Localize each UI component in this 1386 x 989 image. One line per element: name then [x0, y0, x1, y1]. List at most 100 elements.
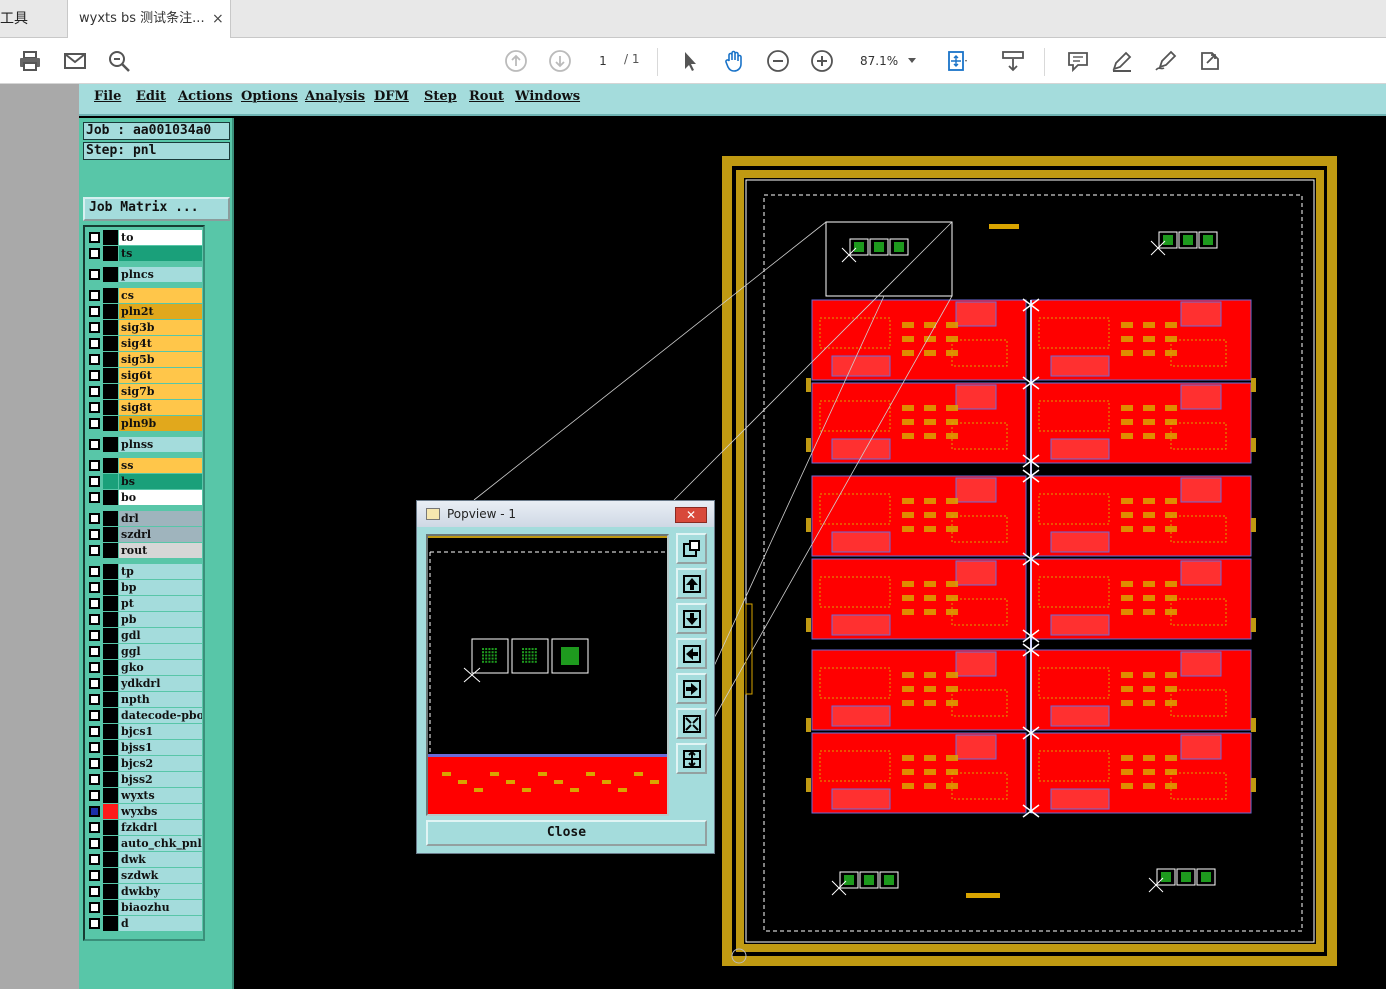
pan-right-icon[interactable]: [676, 673, 707, 704]
layer-row-pln2t[interactable]: pln2t: [86, 304, 204, 319]
layer-name[interactable]: wyxts: [119, 788, 202, 803]
prev-page-icon[interactable]: [503, 48, 529, 74]
layer-checkbox[interactable]: [89, 742, 100, 753]
layer-row-ggl[interactable]: ggl: [86, 644, 204, 659]
layer-name[interactable]: pln2t: [119, 304, 202, 319]
tab-document[interactable]: wyxts bs 测试条注...: [68, 0, 231, 39]
layer-name[interactable]: pb: [119, 612, 202, 627]
layer-affected-indicator[interactable]: [103, 320, 118, 335]
layer-row-dwk[interactable]: dwk: [86, 852, 204, 867]
popview-close-button[interactable]: Close: [426, 820, 707, 846]
fit-page-icon[interactable]: [944, 48, 970, 74]
layer-affected-indicator[interactable]: [103, 304, 118, 319]
layer-name[interactable]: ss: [119, 458, 202, 473]
layer-name[interactable]: dwk: [119, 852, 202, 867]
layer-checkbox[interactable]: [89, 710, 100, 721]
layer-row-szdrl[interactable]: szdrl: [86, 527, 204, 542]
layer-name[interactable]: bjss1: [119, 740, 202, 755]
layer-checkbox[interactable]: [89, 614, 100, 625]
layer-checkbox[interactable]: [89, 290, 100, 301]
layer-name[interactable]: bjcs1: [119, 724, 202, 739]
layer-affected-indicator[interactable]: [103, 868, 118, 883]
layer-name[interactable]: datecode-pbo: [119, 708, 202, 723]
layer-row-ss[interactable]: ss: [86, 458, 204, 473]
layer-affected-indicator[interactable]: [103, 660, 118, 675]
layer-affected-indicator[interactable]: [103, 352, 118, 367]
layer-name[interactable]: wyxbs: [119, 804, 202, 819]
layer-affected-indicator[interactable]: [103, 246, 118, 261]
layer-row-szdwk[interactable]: szdwk: [86, 868, 204, 883]
layer-affected-indicator[interactable]: [103, 384, 118, 399]
layer-checkbox[interactable]: [89, 822, 100, 833]
layer-row-bjss1[interactable]: bjss1: [86, 740, 204, 755]
layer-checkbox[interactable]: [89, 694, 100, 705]
layer-affected-indicator[interactable]: [103, 836, 118, 851]
layer-checkbox[interactable]: [89, 439, 100, 450]
layer-affected-indicator[interactable]: [103, 852, 118, 867]
layer-row-sig4t[interactable]: sig4t: [86, 336, 204, 351]
layer-affected-indicator[interactable]: [103, 511, 118, 526]
layer-affected-indicator[interactable]: [103, 884, 118, 899]
popview-title-bar[interactable]: Popview - 1: [417, 501, 714, 527]
layer-row-pln9b[interactable]: pln9b: [86, 416, 204, 431]
sign-pen-icon[interactable]: [1153, 48, 1179, 74]
layer-affected-indicator[interactable]: [103, 804, 118, 819]
layer-name[interactable]: sig3b: [119, 320, 202, 335]
layer-row-cs[interactable]: cs: [86, 288, 204, 303]
job-matrix-button[interactable]: Job Matrix ...: [83, 197, 230, 221]
layer-row-ydkdrl[interactable]: ydkdrl: [86, 676, 204, 691]
menu-rout[interactable]: Rout: [469, 89, 504, 104]
layer-checkbox[interactable]: [89, 476, 100, 487]
layer-name[interactable]: npth: [119, 692, 202, 707]
layer-checkbox[interactable]: [89, 838, 100, 849]
layer-affected-indicator[interactable]: [103, 437, 118, 452]
layer-affected-indicator[interactable]: [103, 724, 118, 739]
menu-dfm[interactable]: DFM: [374, 89, 409, 104]
layer-affected-indicator[interactable]: [103, 368, 118, 383]
layer-row-dwkby[interactable]: dwkby: [86, 884, 204, 899]
layer-row-plncs[interactable]: plncs: [86, 267, 204, 282]
layer-name[interactable]: tp: [119, 564, 202, 579]
zoom-in-icon[interactable]: [809, 48, 835, 74]
layer-name[interactable]: rout: [119, 543, 202, 558]
layer-checkbox[interactable]: [89, 678, 100, 689]
layer-row-wyxbs[interactable]: wyxbs: [86, 804, 204, 819]
layer-checkbox[interactable]: [89, 854, 100, 865]
zoom-fit-icon[interactable]: [676, 708, 707, 739]
layer-checkbox[interactable]: [89, 322, 100, 333]
next-page-icon[interactable]: [547, 48, 573, 74]
layer-affected-indicator[interactable]: [103, 288, 118, 303]
layer-row-wyxts[interactable]: wyxts: [86, 788, 204, 803]
layer-checkbox[interactable]: [89, 386, 100, 397]
layer-name[interactable]: gdl: [119, 628, 202, 643]
layer-name[interactable]: bo: [119, 490, 202, 505]
layer-checkbox[interactable]: [89, 370, 100, 381]
layer-checkbox[interactable]: [89, 513, 100, 524]
layer-name[interactable]: bs: [119, 474, 202, 489]
search-icon[interactable]: [106, 48, 132, 74]
layer-name[interactable]: sig8t: [119, 400, 202, 415]
layer-row-pt[interactable]: pt: [86, 596, 204, 611]
layer-name[interactable]: gko: [119, 660, 202, 675]
layer-checkbox[interactable]: [89, 402, 100, 413]
layer-row-gdl[interactable]: gdl: [86, 628, 204, 643]
layer-affected-indicator[interactable]: [103, 740, 118, 755]
layer-affected-indicator[interactable]: [103, 596, 118, 611]
layer-row-drl[interactable]: drl: [86, 511, 204, 526]
layer-checkbox[interactable]: [89, 806, 100, 817]
popview-canvas[interactable]: [426, 534, 669, 816]
layer-row-pb[interactable]: pb: [86, 612, 204, 627]
layer-name[interactable]: bjcs2: [119, 756, 202, 771]
layer-checkbox[interactable]: [89, 726, 100, 737]
layer-name[interactable]: sig4t: [119, 336, 202, 351]
layer-affected-indicator[interactable]: [103, 916, 118, 931]
layer-checkbox[interactable]: [89, 354, 100, 365]
pan-down-icon[interactable]: [676, 603, 707, 634]
layer-name[interactable]: sig5b: [119, 352, 202, 367]
layer-row-fzkdrl[interactable]: fzkdrl: [86, 820, 204, 835]
scroll-mode-icon[interactable]: [1000, 48, 1026, 74]
menu-actions[interactable]: Actions: [178, 89, 232, 104]
layer-affected-indicator[interactable]: [103, 676, 118, 691]
layer-affected-indicator[interactable]: [103, 628, 118, 643]
layer-affected-indicator[interactable]: [103, 458, 118, 473]
